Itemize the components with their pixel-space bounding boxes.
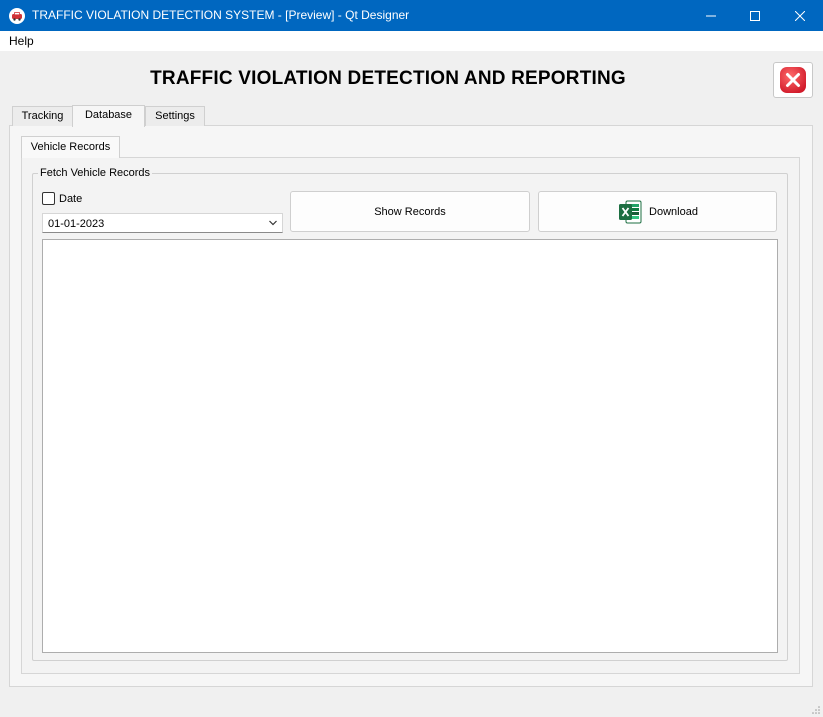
close-window-button[interactable] xyxy=(777,0,823,31)
maximize-icon xyxy=(750,10,760,21)
date-value: 01-01-2023 xyxy=(48,218,105,230)
menu-help[interactable]: Help xyxy=(9,34,34,48)
tab-database[interactable]: Database xyxy=(72,105,145,127)
close-circle-icon xyxy=(780,67,806,93)
menu-bar: Help xyxy=(0,31,823,51)
date-edit[interactable]: 01-01-2023 xyxy=(42,213,283,233)
date-checkbox[interactable] xyxy=(42,192,55,205)
chevron-down-icon[interactable] xyxy=(268,218,278,228)
date-checkbox-label[interactable]: Date xyxy=(59,193,82,205)
tab-settings[interactable]: Settings xyxy=(145,106,205,126)
tab-tracking[interactable]: Tracking xyxy=(12,106,73,126)
download-label: Download xyxy=(649,205,698,218)
window-title: TRAFFIC VIOLATION DETECTION SYSTEM - [Pr… xyxy=(32,8,410,22)
groupbox-title: Fetch Vehicle Records xyxy=(38,167,153,179)
exit-button[interactable] xyxy=(773,62,813,98)
page-title: TRAFFIC VIOLATION DETECTION AND REPORTIN… xyxy=(150,68,626,89)
tab-vehicle-records[interactable]: Vehicle Records xyxy=(21,136,120,158)
show-records-button[interactable]: Show Records xyxy=(290,191,530,232)
show-records-label: Show Records xyxy=(374,205,446,218)
minimize-icon xyxy=(706,15,716,16)
records-table[interactable] xyxy=(42,239,778,653)
size-grip-icon[interactable] xyxy=(811,705,821,715)
app-car-icon xyxy=(9,8,25,24)
close-icon xyxy=(795,10,805,21)
maximize-button[interactable] xyxy=(732,0,778,31)
minimize-button[interactable] xyxy=(688,0,734,31)
title-bar[interactable]: TRAFFIC VIOLATION DETECTION SYSTEM - [Pr… xyxy=(0,0,823,31)
excel-icon xyxy=(619,200,642,223)
download-button[interactable]: Download xyxy=(538,191,777,232)
